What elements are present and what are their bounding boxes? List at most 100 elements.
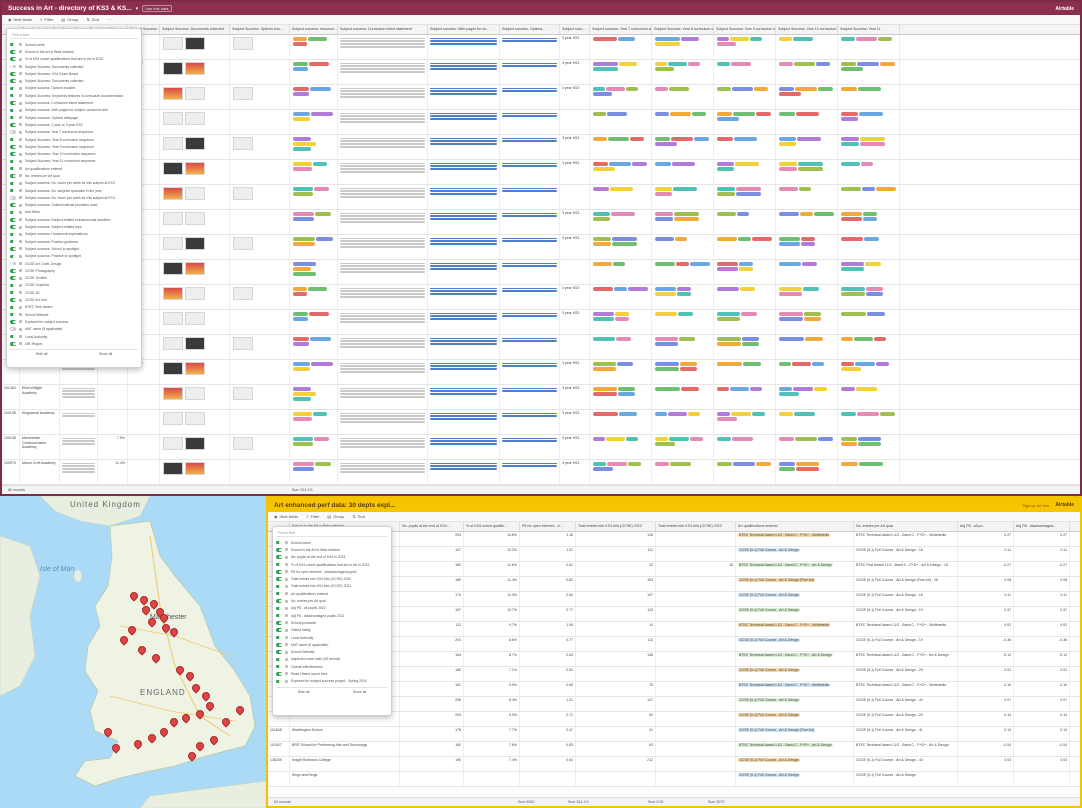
table-cell[interactable]: 7.1% [464,667,520,681]
table-cell[interactable] [290,210,338,234]
table-cell[interactable] [338,410,428,434]
table-cell[interactable] [714,235,776,259]
table-cell[interactable]: 111 [576,547,656,561]
web-link[interactable] [430,115,497,117]
table-cell[interactable]: 1.18 [520,532,576,546]
table-cell[interactable] [428,210,500,234]
web-link[interactable] [502,187,557,189]
web-link[interactable] [502,212,557,214]
column-header[interactable]: Subject Success: Year 10 curriculum sequ… [776,25,838,34]
table-cell[interactable]: BTEC Technical Award L1/2 - Band C - P+D… [736,652,854,666]
table-cell[interactable]: 9.0% [464,682,520,696]
table-cell[interactable] [714,335,776,359]
column-header[interactable]: P8 for open element - d... [520,522,576,531]
table-cell[interactable] [338,185,428,209]
table-cell[interactable] [400,772,464,786]
table-cell[interactable] [160,235,230,259]
table-cell[interactable]: 113 [576,637,656,651]
document-thumbnail[interactable] [185,187,205,200]
table-cell[interactable]: 127 [576,697,656,711]
table-cell[interactable] [560,185,590,209]
table-cell[interactable]: BTEC Technical Award L1/2 - Band C - P+D… [736,562,854,576]
table-cell[interactable]: 0.77 [520,607,576,621]
web-link[interactable] [430,268,497,270]
table-cell[interactable] [500,235,560,259]
table-cell[interactable]: 3 year KS3 [560,35,590,59]
table-cell[interactable] [160,360,230,384]
table-cell[interactable] [230,135,290,159]
table-cell[interactable] [338,435,428,459]
document-thumbnail[interactable] [163,87,183,100]
table-cell[interactable] [776,360,838,384]
chevron-down-icon[interactable]: ▾ [136,6,139,12]
document-thumbnail[interactable] [185,462,205,475]
table-cell[interactable] [428,285,500,309]
web-link[interactable] [430,390,497,392]
table-cell[interactable] [776,210,838,234]
table-cell[interactable] [590,360,652,384]
document-thumbnail[interactable] [163,287,183,300]
sign-up-link[interactable]: Sign up for free [1022,503,1049,508]
table-cell[interactable]: 0.07 [1014,697,1070,711]
field-toggle-row[interactable]: Subject success: No. hours per week for … [10,194,138,201]
table-cell[interactable] [776,335,838,359]
web-link[interactable] [502,137,557,139]
field-toggle-row[interactable]: Total entries into KS4 Arts (GCSE) 2022 [276,575,388,582]
toggle-switch[interactable] [276,664,282,669]
table-cell[interactable]: BTEC Technical Award L1/2 - Band C - P+D… [736,682,854,696]
table-cell[interactable]: 3 year KS3 [560,285,590,309]
table-cell[interactable]: 0.27 [1014,532,1070,546]
document-thumbnail[interactable] [163,387,183,400]
table-cell[interactable] [338,160,428,184]
table-cell[interactable] [652,360,714,384]
hide-fields-button[interactable]: ◉ Hide fields [274,514,298,519]
table-cell[interactable] [160,285,230,309]
table-cell[interactable] [838,235,900,259]
field-toggle-row[interactable]: Subject Success: Year 9 curriculum seque… [10,143,138,150]
table-row[interactable]: 101648 Worthington School 178 7.7% 0.47 41 GCS… [268,727,1080,742]
web-link[interactable] [502,365,557,367]
column-header[interactable]: Subject success: resource... [290,25,338,34]
web-link[interactable] [430,415,497,417]
table-cell[interactable] [500,260,560,284]
toggle-switch[interactable] [10,42,16,47]
table-cell[interactable] [500,310,560,334]
table-cell[interactable] [338,360,428,384]
field-toggle-row[interactable]: Local Authority [10,333,138,340]
table-cell[interactable]: 11.6% [464,562,520,576]
toggle-switch[interactable] [10,334,16,339]
table-cell[interactable]: GCSE (9-1) Full Course - Art & Design - … [854,712,958,726]
field-toggle-row[interactable]: Subject success: Online/external provide… [10,202,138,209]
toggle-switch[interactable] [10,79,16,83]
table-cell[interactable] [576,667,656,681]
table-cell[interactable] [590,435,652,459]
table-cell[interactable] [714,60,776,84]
table-cell[interactable]: GCSE (9-1) Full Course - Art & Design [736,712,854,726]
column-header[interactable]: Subject success: Curriculum intent state… [338,25,428,34]
table-cell[interactable] [590,260,652,284]
table-cell[interactable] [560,110,590,134]
web-link[interactable] [430,293,497,295]
field-toggle-row[interactable]: % of KS4 cohort qualifications that are … [10,56,138,63]
table-cell[interactable]: BRIT School for Performing Arts and Tech… [290,742,400,756]
table-cell[interactable]: 101648 [268,727,290,741]
table-cell[interactable] [652,210,714,234]
table-cell[interactable] [160,310,230,334]
table-cell[interactable]: 0.02 [958,667,1014,681]
table-cell[interactable] [776,160,838,184]
web-link[interactable] [502,262,557,264]
base-title[interactable]: Success in Art - directory of KS3 & KS..… [8,5,132,12]
table-cell[interactable] [160,260,230,284]
document-thumbnail[interactable] [185,287,205,300]
web-link[interactable] [430,140,497,142]
document-thumbnail[interactable] [185,412,205,425]
table-row[interactable]: Kings and Kings GCSE (9-1) Full Course - … [268,772,1080,787]
table-row[interactable]: 16.2%AQA3 year KS3 [2,210,1080,235]
table-cell[interactable]: 164 [400,652,464,666]
toggle-switch[interactable] [10,188,16,193]
table-cell[interactable] [464,772,520,786]
table-cell[interactable] [652,85,714,109]
table-cell[interactable]: GCSE (9-1) Full Course - Art & Design [736,637,854,651]
options-booklet-thumbnail[interactable] [233,137,253,150]
table-cell[interactable] [160,385,230,409]
